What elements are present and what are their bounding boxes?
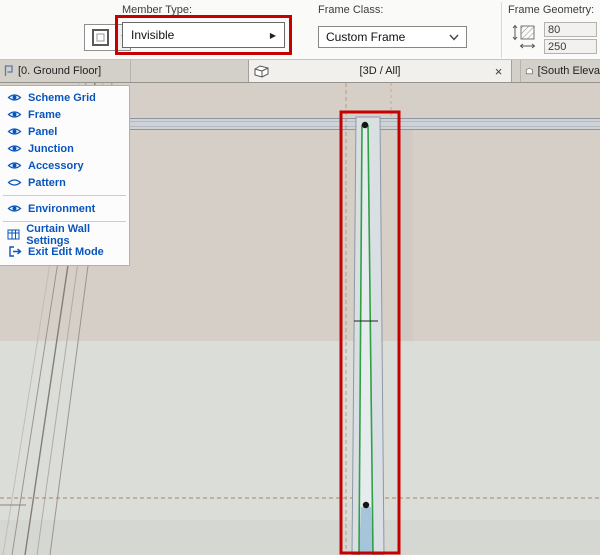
member-type-dropdown[interactable]: Invisible ▶ bbox=[122, 22, 285, 48]
viewport[interactable]: Scheme Grid Frame Panel Junction Accesso bbox=[0, 83, 600, 555]
exit-icon bbox=[6, 246, 23, 257]
tab-ground-floor[interactable]: [0. Ground Floor] bbox=[0, 60, 131, 82]
panel-item-label: Pattern bbox=[28, 177, 66, 189]
panel-item-label: Environment bbox=[28, 203, 95, 215]
panel-item-pattern[interactable]: Pattern bbox=[0, 174, 129, 191]
tab-south-elevation[interactable]: [South Eleva bbox=[520, 60, 600, 82]
panel-item-label: Accessory bbox=[28, 160, 84, 172]
panel-item-frame[interactable]: Frame bbox=[0, 106, 129, 123]
eye-icon bbox=[6, 109, 23, 120]
submenu-arrow-icon: ▶ bbox=[270, 31, 276, 40]
story-tab-icon bbox=[3, 65, 14, 77]
tab-close-icon[interactable]: × bbox=[491, 64, 506, 79]
eye-icon bbox=[6, 143, 23, 154]
panel-item-label: Scheme Grid bbox=[28, 92, 96, 104]
panel-item-label: Frame bbox=[28, 109, 61, 121]
panel-separator bbox=[3, 195, 126, 196]
frame-geometry-label: Frame Geometry: bbox=[508, 4, 594, 16]
eye-icon bbox=[6, 92, 23, 103]
3d-cube-icon bbox=[254, 65, 269, 78]
frame-geometry-icon bbox=[510, 22, 538, 57]
panel-item-label: Junction bbox=[28, 143, 74, 155]
frame-class-value: Custom Frame bbox=[326, 30, 405, 44]
frame-class-dropdown[interactable]: Custom Frame bbox=[318, 26, 467, 48]
frame-width-field[interactable] bbox=[544, 22, 597, 37]
eye-closed-icon bbox=[6, 177, 23, 188]
panel-item-label: Curtain Wall Settings bbox=[26, 223, 125, 247]
panel-item-junction[interactable]: Junction bbox=[0, 140, 129, 157]
member-type-highlight-box: Invisible ▶ bbox=[115, 15, 292, 55]
panel-item-panel[interactable]: Panel bbox=[0, 123, 129, 140]
tab-ground-floor-label: [0. Ground Floor] bbox=[18, 65, 101, 77]
toolbar-divider bbox=[501, 2, 502, 58]
tab-bar: [0. Ground Floor] [3D / All] × [South El… bbox=[0, 60, 600, 83]
panel-item-accessory[interactable]: Accessory bbox=[0, 157, 129, 174]
eye-icon bbox=[6, 160, 23, 171]
eye-icon bbox=[6, 203, 23, 214]
eye-icon bbox=[6, 126, 23, 137]
panel-item-curtain-wall-settings[interactable]: Curtain Wall Settings bbox=[0, 226, 129, 243]
settings-grid-icon bbox=[6, 229, 21, 240]
edit-mode-panel: Scheme Grid Frame Panel Junction Accesso bbox=[0, 85, 130, 266]
panel-item-label: Exit Edit Mode bbox=[28, 246, 104, 258]
tab-south-elevation-label: [South Eleva bbox=[538, 65, 600, 77]
bottom-handle[interactable] bbox=[363, 502, 369, 508]
panel-symbol-icon bbox=[91, 28, 110, 47]
panel-item-label: Panel bbox=[28, 126, 57, 138]
mullion-member[interactable] bbox=[352, 117, 384, 555]
panel-item-scheme-grid[interactable]: Scheme Grid bbox=[0, 89, 129, 106]
panel-type-button[interactable] bbox=[84, 24, 117, 51]
tab-3d-all[interactable]: [3D / All] × bbox=[248, 60, 512, 82]
tab-3d-all-label: [3D / All] bbox=[269, 65, 491, 77]
toolbar: ▼ Member Type: Invisible ▶ Frame Class: … bbox=[0, 0, 600, 60]
frame-height-field[interactable] bbox=[544, 39, 597, 54]
top-handle[interactable] bbox=[362, 122, 368, 128]
elevation-tab-icon bbox=[525, 65, 534, 77]
frame-class-label: Frame Class: bbox=[318, 4, 383, 16]
member-type-value: Invisible bbox=[131, 28, 174, 42]
panel-item-environment[interactable]: Environment bbox=[0, 200, 129, 217]
chevron-down-icon bbox=[449, 34, 459, 41]
